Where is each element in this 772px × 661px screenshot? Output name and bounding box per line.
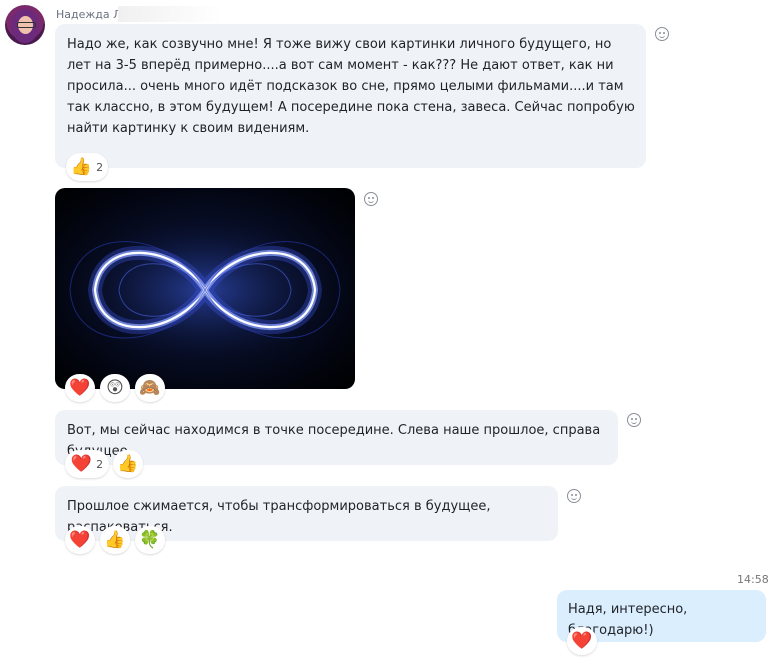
- thumbs-up-icon: 👍: [117, 453, 139, 474]
- message-bubble[interactable]: Надо же, как созвучно мне! Я тоже вижу с…: [55, 24, 646, 168]
- heart-icon: ❤️: [571, 630, 593, 651]
- thumbs-up-icon: 👍: [70, 156, 93, 177]
- surprised-face-icon: 😲: [106, 377, 124, 398]
- avatar[interactable]: [5, 5, 45, 45]
- message-timestamp: 14:58: [737, 573, 769, 586]
- reaction-count: 2: [96, 457, 104, 471]
- reaction-thumbs-up[interactable]: 👍: [100, 526, 130, 554]
- message-text: Надо же, как созвучно мне! Я тоже вижу с…: [67, 37, 635, 136]
- message-text: Надя, интересно, благодарю!): [568, 602, 688, 638]
- reaction-heart[interactable]: ❤️: [567, 627, 597, 655]
- heart-icon: ❤️: [69, 377, 91, 398]
- monkey-icon: 🙈: [139, 377, 161, 398]
- message-bubble[interactable]: Прошлое сжимается, чтобы трансформироват…: [55, 486, 558, 541]
- thumbs-up-icon: 👍: [104, 529, 126, 550]
- reaction-count: 2: [96, 160, 104, 174]
- message-text: Вот, мы сейчас находимся в точке посеред…: [67, 423, 601, 459]
- sender-name: Надежда Л: [56, 8, 122, 21]
- reaction-heart[interactable]: ❤️: [65, 526, 95, 554]
- add-reaction-smiley-icon[interactable]: [364, 192, 378, 206]
- add-reaction-smiley-icon[interactable]: [567, 489, 581, 503]
- reaction-surprised[interactable]: 😲: [100, 374, 130, 402]
- infinity-light-image[interactable]: [55, 188, 355, 389]
- reaction-monkey[interactable]: 🙈: [135, 374, 165, 402]
- reaction-thumbs-up[interactable]: 👍: [113, 450, 143, 478]
- heart-icon: ❤️: [69, 529, 91, 550]
- reaction-clover[interactable]: 🍀: [135, 526, 165, 554]
- redacted-name-blur: [118, 6, 222, 22]
- reaction-thumbs-up[interactable]: 👍 2: [66, 153, 108, 181]
- add-reaction-smiley-icon[interactable]: [627, 413, 641, 427]
- reaction-heart[interactable]: ❤️ 2: [65, 450, 109, 478]
- add-reaction-smiley-icon[interactable]: [655, 27, 669, 41]
- heart-icon: ❤️: [70, 453, 93, 474]
- reaction-heart[interactable]: ❤️: [65, 374, 95, 402]
- clover-icon: 🍀: [139, 529, 161, 550]
- infinity-light-graphic: [55, 210, 355, 370]
